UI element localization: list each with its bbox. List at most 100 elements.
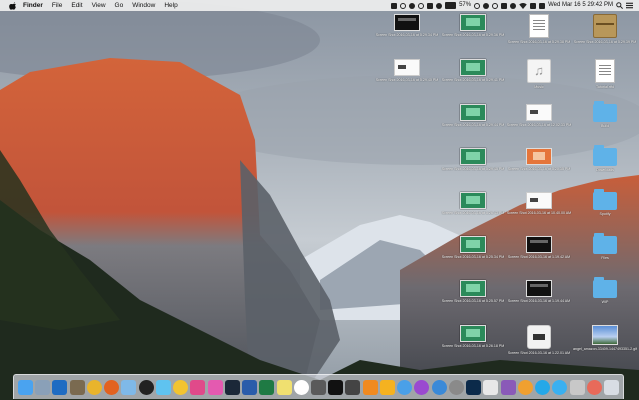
desktop-item[interactable]: Screen Shot 2016-03-16 at 5.29.38 PM	[504, 14, 574, 45]
dropbox-icon[interactable]	[391, 2, 398, 9]
movie-icon[interactable]	[310, 379, 326, 395]
search-icon[interactable]	[616, 2, 623, 9]
finder-icon[interactable]	[18, 379, 33, 395]
menu-view[interactable]: View	[92, 0, 106, 11]
desktop-item[interactable]: Screen Shot 2016-03-16 at 5.29.34 PM	[372, 14, 442, 38]
safari-icon[interactable]	[397, 379, 413, 395]
desktop-item[interactable]: Screen Shot 2016-03-16 at 5.25.57 PM	[438, 280, 508, 304]
bluetooth-icon[interactable]	[510, 2, 517, 9]
notification-center-icon[interactable]	[626, 2, 633, 9]
desktop-item-label: Downloads	[596, 168, 614, 172]
desktop-item[interactable]: Downloads	[570, 145, 639, 173]
desktop-item[interactable]: Screen Shot 2016-03-16 at 5.29.36 PM	[438, 14, 508, 38]
airplay-icon[interactable]	[539, 2, 546, 9]
menu-window[interactable]: Window	[132, 0, 155, 11]
launchpad-icon[interactable]	[35, 379, 51, 395]
desktop-item[interactable]: Build	[570, 101, 639, 129]
desktop-item-label: Screen Shot 2016-03-16 at 5.29.44 PM	[441, 123, 505, 127]
desktop-item[interactable]: Screen Shot 2016-03-16 at 1.19.44 AM	[504, 280, 574, 304]
flag-icon[interactable]	[530, 2, 537, 9]
desktop-item[interactable]: Screen Shot 2016-03-16 at 5.20.35 PM	[504, 148, 574, 172]
document-icon	[595, 59, 615, 83]
desktop-item[interactable]: WIP	[570, 277, 639, 305]
mail-icon[interactable]	[121, 379, 137, 395]
desktop-item-label: Screen Shot 2016-03-16 at 10.40.00 AM	[506, 211, 572, 215]
trash-icon[interactable]	[603, 379, 619, 395]
tidal-icon[interactable]	[345, 379, 361, 395]
podcasts-icon[interactable]	[414, 379, 430, 395]
textedit-icon[interactable]	[483, 379, 499, 395]
desktop-item-label: Spotify	[599, 212, 611, 216]
desktop-item[interactable]: Screen Shot 2016-03-16 at 5.29.41 PM	[438, 59, 508, 83]
desktop-item[interactable]: Files	[570, 233, 639, 261]
vpn-icon[interactable]	[409, 2, 416, 9]
desktop-item[interactable]: Screen Shot 2016-03-16 at 1.22.01 AM	[504, 325, 574, 356]
bbedit-icon[interactable]	[138, 379, 154, 395]
outlook-icon[interactable]	[52, 379, 68, 395]
cloud-icon[interactable]	[483, 2, 490, 9]
image-file-icon	[592, 325, 618, 345]
timer-icon[interactable]	[418, 2, 425, 9]
desktop-item[interactable]: Screen Shot 2016-03-16 at 5.26.18 PM	[438, 325, 508, 349]
desktop-item[interactable]: Screen Shot 2016-03-16 at 5.25.34 PM	[438, 236, 508, 260]
desktop-item[interactable]: Screen Shot 2016-03-16 at 1.19.42 AM	[504, 236, 574, 260]
globe-icon[interactable]	[431, 379, 447, 395]
tips-icon[interactable]	[173, 379, 189, 395]
apple-menu-icon[interactable]	[9, 1, 16, 10]
desktop-item[interactable]: angel_amazon-33409-1447493351-2.gif	[570, 325, 639, 352]
books-icon[interactable]	[500, 379, 516, 395]
desktop-item[interactable]: Screen Shot 2016-03-16 at 10.40.00 AM	[504, 192, 574, 216]
sync-icon[interactable]	[400, 2, 407, 9]
excel-icon[interactable]	[259, 379, 275, 395]
itunes-icon[interactable]	[207, 379, 223, 395]
display-icon[interactable]	[427, 2, 434, 9]
messages-icon[interactable]	[155, 379, 171, 395]
notes-icon[interactable]	[276, 379, 292, 395]
desktop-item-label: Screen Shot 2016-03-16 at 5.26.18 PM	[441, 344, 505, 348]
menu-edit[interactable]: Edit	[71, 0, 82, 11]
desktop-item-label: Screen Shot 2016-03-16 at 5.29.34 PM	[375, 33, 439, 37]
messenger-icon[interactable]	[552, 379, 568, 395]
wifi-icon[interactable]	[519, 2, 527, 9]
chrome-icon[interactable]	[86, 379, 102, 395]
desktop-item-label: Screen Shot 2016-03-16 at 5.25.57 PM	[441, 299, 505, 303]
headphones-icon[interactable]	[517, 379, 533, 395]
desktop-item[interactable]: Screen Shot 2016-03-16 at 5.26.43 PM	[438, 192, 508, 216]
menu-file[interactable]: File	[52, 0, 62, 11]
screenshot-file-icon	[526, 104, 552, 121]
word-icon[interactable]	[242, 379, 258, 395]
screenshot-file-icon	[394, 14, 420, 31]
stocks-icon[interactable]	[328, 379, 344, 395]
app-menu-finder[interactable]: Finder	[23, 0, 43, 11]
menu-help[interactable]: Help	[164, 0, 177, 11]
photos-icon[interactable]	[190, 379, 206, 395]
utility-icon[interactable]	[569, 379, 585, 395]
music-icon[interactable]	[474, 2, 481, 9]
keyboard-icon[interactable]	[501, 2, 508, 9]
desktop-item[interactable]: Screen Shot 2016-03-16 at 5.29.45 PM	[438, 148, 508, 172]
desktop-item[interactable]: ♫ Music	[504, 59, 574, 90]
volume-icon[interactable]	[436, 2, 443, 9]
vlc-icon[interactable]	[362, 379, 378, 395]
desktop-item[interactable]: Screen Shot 2016-03-16 at 12.02.33 PM	[504, 104, 574, 128]
photoshop-icon[interactable]	[466, 379, 482, 395]
firefox-icon[interactable]	[104, 379, 120, 395]
spotify-icon[interactable]	[293, 379, 309, 395]
desktop-item-label: Screen Shot 2016-03-16 at 1.19.42 AM	[507, 255, 571, 259]
battery-percent[interactable]: 57%	[459, 0, 471, 11]
headphones-status-icon[interactable]	[492, 2, 499, 9]
desktop-item[interactable]: Tutorial.rtfd	[570, 59, 639, 90]
color-picker-icon[interactable]	[586, 379, 602, 395]
steam-icon[interactable]	[224, 379, 240, 395]
settings-icon[interactable]	[448, 379, 464, 395]
desktop-item[interactable]: Screen Shot 2016-03-16 at 5.29.40 PM	[372, 59, 442, 83]
desktop-item[interactable]: Spotify	[570, 189, 639, 217]
sketch-icon[interactable]	[379, 379, 395, 395]
desktop-item[interactable]: Screen Shot 2016-03-16 at 5.29.39 PM	[570, 14, 639, 45]
skype-icon[interactable]	[535, 379, 551, 395]
menu-clock[interactable]: Wed Mar 16 5 29:42 PM	[548, 0, 613, 11]
preview-icon[interactable]	[69, 379, 85, 395]
battery-icon[interactable]	[445, 2, 457, 9]
desktop-item[interactable]: Screen Shot 2016-03-16 at 5.29.44 PM	[438, 104, 508, 128]
menu-go[interactable]: Go	[115, 0, 124, 11]
